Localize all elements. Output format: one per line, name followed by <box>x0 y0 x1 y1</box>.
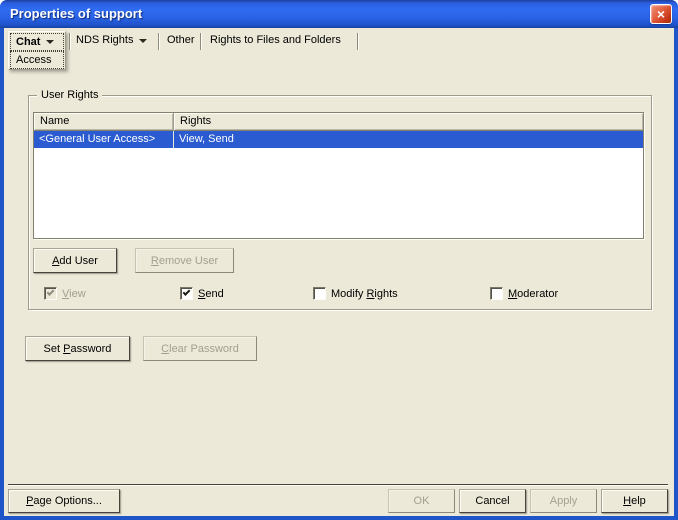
footer-divider <box>8 484 668 486</box>
dialog-content: Chat Access NDS Rights Other Rights to F… <box>4 28 674 516</box>
tab-rights-to-files-and-folders-label: Rights to Files and Folders <box>210 34 341 46</box>
row-name-cell: <General User Access> <box>34 131 174 148</box>
cancel-button[interactable]: Cancel <box>459 489 526 513</box>
remove-user-button[interactable]: Remove User <box>135 248 234 273</box>
subtab-access[interactable]: Access <box>10 51 64 69</box>
apply-button[interactable]: Apply <box>530 489 597 513</box>
chevron-down-icon <box>139 38 148 43</box>
check-icon <box>46 288 55 296</box>
close-icon: × <box>656 6 666 22</box>
checkbox-box[interactable] <box>490 287 503 300</box>
help-label: Help <box>623 495 646 507</box>
tab-separator <box>158 33 159 50</box>
column-header-rights[interactable]: Rights <box>174 113 643 131</box>
moderator-checkbox[interactable]: Moderator <box>490 287 558 300</box>
ok-label: OK <box>413 495 430 507</box>
tab-chat[interactable]: Chat <box>10 33 64 51</box>
row-rights-cell: View, Send <box>179 133 234 145</box>
tab-other[interactable]: Other <box>167 31 195 50</box>
tab-other-label: Other <box>167 34 195 46</box>
modify-rights-checkbox[interactable]: Modify Rights <box>313 287 398 300</box>
checkbox-box[interactable] <box>180 287 193 300</box>
user-rights-table[interactable]: Name Rights <General User Access> View, … <box>33 112 644 239</box>
window-title: Properties of support <box>10 6 143 21</box>
check-icon <box>182 288 191 296</box>
tab-separator <box>200 33 201 50</box>
column-header-name[interactable]: Name <box>34 113 174 131</box>
set-password-button[interactable]: Set Password <box>25 336 130 361</box>
tab-separator <box>69 33 70 50</box>
chevron-down-icon <box>46 40 55 44</box>
send-checkbox[interactable]: Send <box>180 287 224 300</box>
cancel-label: Cancel <box>475 495 510 507</box>
help-button[interactable]: Help <box>601 489 668 513</box>
tab-separator <box>357 33 358 50</box>
clear-password-button[interactable]: Clear Password <box>143 336 257 361</box>
moderator-checkbox-label: Moderator <box>508 287 559 300</box>
clear-password-label: Clear Password <box>161 342 239 355</box>
dialog-window: Properties of support × Chat Access NDS … <box>0 0 678 520</box>
checkbox-box[interactable] <box>44 287 57 300</box>
checkbox-box[interactable] <box>313 287 326 300</box>
tab-nds-rights-label: NDS Rights <box>76 34 134 46</box>
table-row[interactable]: <General User Access> View, Send <box>34 131 643 148</box>
tab-rights-to-files-and-folders[interactable]: Rights to Files and Folders <box>210 31 341 50</box>
view-checkbox-label: View <box>62 287 86 300</box>
user-rights-group-label: User Rights <box>37 89 103 102</box>
title-bar[interactable]: Properties of support × <box>0 0 678 28</box>
modify-rights-checkbox-label: Modify Rights <box>331 287 398 300</box>
add-user-label: Add User <box>52 254 98 267</box>
set-password-label: Set Password <box>43 342 112 355</box>
close-button[interactable]: × <box>650 4 672 24</box>
add-user-button[interactable]: Add User <box>33 248 117 273</box>
table-header-row: Name Rights <box>34 113 643 131</box>
remove-user-label: Remove User <box>150 254 219 267</box>
page-options-label: Page Options... <box>26 495 102 507</box>
tab-chat-label: Chat <box>16 36 41 48</box>
current-tab-box: Chat Access <box>8 31 66 70</box>
page-options-button[interactable]: Page Options... <box>8 489 120 513</box>
apply-label: Apply <box>549 495 578 507</box>
subtab-access-label: Access <box>16 54 52 66</box>
view-checkbox[interactable]: View <box>44 287 86 300</box>
tab-nds-rights[interactable]: NDS Rights <box>76 31 148 50</box>
ok-button[interactable]: OK <box>388 489 455 513</box>
send-checkbox-label: Send <box>198 287 224 300</box>
